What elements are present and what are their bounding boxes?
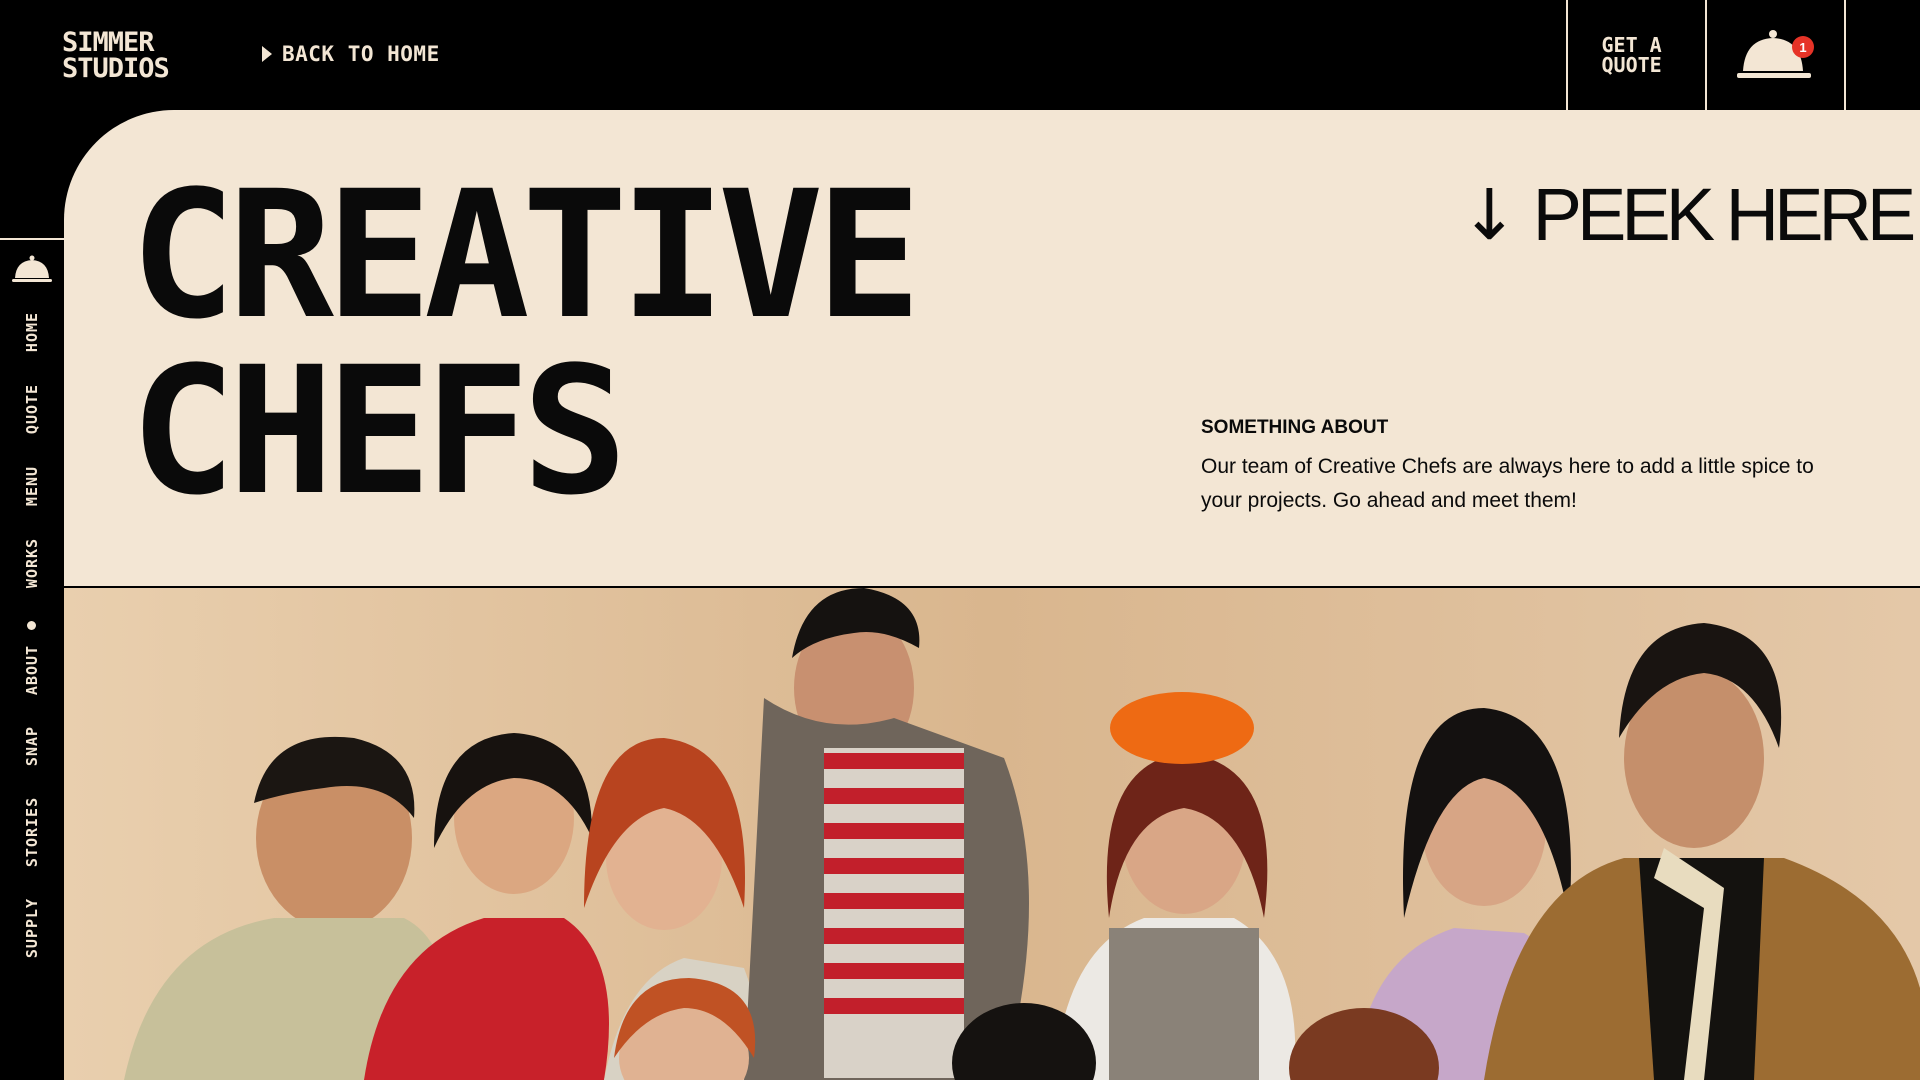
sidebar-item-home[interactable]: HOME (23, 312, 41, 352)
team-photo-illustration (124, 588, 1920, 1080)
logo[interactable]: SIMMER STUDIOS (62, 29, 172, 84)
about-heading: SOMETHING ABOUT (1201, 417, 1389, 438)
sidebar-item-stories[interactable]: STORIES (23, 797, 41, 867)
sidebar-item-menu[interactable]: MENU (23, 466, 41, 506)
play-triangle-icon (262, 46, 272, 62)
active-indicator-dot (27, 621, 36, 630)
sidebar-divider (0, 238, 64, 240)
cloche-icon (12, 255, 52, 282)
sidebar-nav: HOME QUOTE MENU WORKS ABOUT SNAP STORIES… (0, 110, 64, 1080)
sidebar-item-works[interactable]: WORKS (23, 538, 41, 588)
sidebar-item-snap[interactable]: SNAP (23, 726, 41, 766)
peek-here-label: PEEK HERE (1532, 173, 1917, 256)
team-photo (64, 588, 1920, 1080)
sidebar-item-quote[interactable]: QUOTE (23, 384, 41, 434)
sidebar-item-about[interactable]: ABOUT (23, 645, 41, 695)
get-quote-button[interactable]: GET A QUOTE (1566, 0, 1707, 110)
page-title: CREATIVE CHEFS (130, 153, 922, 534)
back-to-home-link[interactable]: BACK TO HOME (262, 42, 440, 66)
back-to-home-label: BACK TO HOME (282, 42, 440, 66)
peek-here-link[interactable]: ↓ PEEK HERE (1460, 172, 1917, 257)
logo-line-2: STUDIOS (62, 53, 170, 84)
top-bar: SIMMER STUDIOS BACK TO HOME GET A QUOTE … (0, 0, 1920, 110)
page-title-line-2: CHEFS (130, 329, 628, 534)
sidebar-item-supply[interactable]: SUPPLY (23, 898, 41, 958)
hero-section: CREATIVE CHEFS ↓ PEEK HERE SOMETHING ABO… (64, 110, 1920, 588)
page-title-line-1: CREATIVE (130, 153, 922, 358)
cart-button[interactable]: 1 (1707, 0, 1846, 110)
arrow-down-icon: ↓ (1460, 173, 1519, 256)
cart-count-badge: 1 (1792, 36, 1814, 58)
about-description: Our team of Creative Chefs are always he… (1201, 455, 1814, 512)
get-quote-label: GET A QUOTE (1601, 33, 1662, 77)
